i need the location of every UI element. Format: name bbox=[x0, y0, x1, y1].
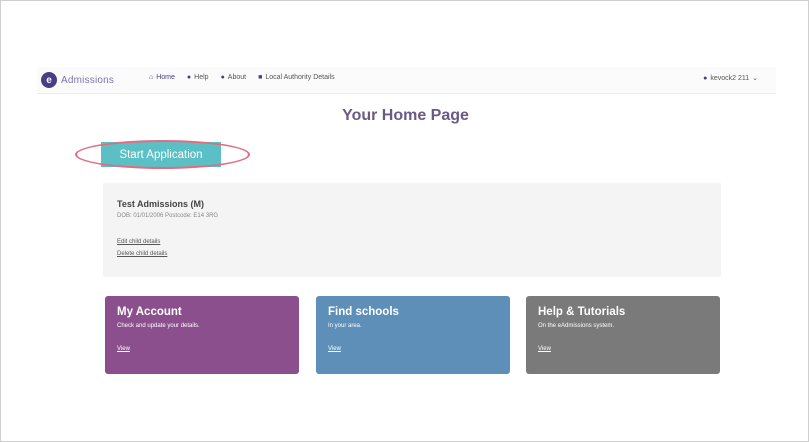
nav-links: ⌂ Home ● Help ● About ■ Local Authority … bbox=[149, 74, 335, 81]
user-name: kevock2 211 bbox=[710, 74, 750, 82]
my-account-tile[interactable]: My Account Check and update your details… bbox=[105, 296, 299, 374]
nav-home[interactable]: ⌂ Home bbox=[149, 74, 175, 81]
find-schools-title: Find schools bbox=[328, 306, 399, 318]
help-tutorials-view-link[interactable]: View bbox=[538, 346, 551, 352]
nav-home-label: Home bbox=[156, 74, 175, 81]
child-card: Test Admissions (M) DOB: 01/01/2006 Post… bbox=[103, 183, 721, 277]
find-schools-subtitle: In your area. bbox=[328, 323, 362, 329]
child-name: Test Admissions (M) bbox=[117, 199, 205, 209]
logo-icon: e bbox=[41, 72, 57, 88]
edit-child-link[interactable]: Edit child details bbox=[117, 239, 160, 245]
my-account-view-link[interactable]: View bbox=[117, 346, 130, 352]
nav-about-label: About bbox=[227, 74, 247, 81]
home-icon: ⌂ bbox=[149, 74, 154, 81]
find-schools-view-link[interactable]: View bbox=[328, 346, 341, 352]
nav-local-authority[interactable]: ■ Local Authority Details bbox=[258, 74, 335, 81]
delete-child-link[interactable]: Delete child details bbox=[117, 251, 167, 257]
help-tutorials-subtitle: On the eAdmissions system. bbox=[538, 323, 615, 329]
help-icon: ● bbox=[186, 74, 192, 81]
nav-help[interactable]: ● Help bbox=[187, 74, 209, 81]
browser-frame: e Admissions ⌂ Home ● Help ● About ■ Loc… bbox=[0, 0, 809, 442]
my-account-subtitle: Check and update your details. bbox=[117, 323, 200, 329]
chevron-down-icon: ⌄ bbox=[752, 75, 758, 82]
page-title: Your Home Page bbox=[342, 107, 469, 124]
logo[interactable]: e Admissions bbox=[41, 71, 114, 89]
help-tutorials-title: Help & Tutorials bbox=[538, 306, 626, 318]
child-details: DOB: 01/01/2006 Postcode: E14 3RG bbox=[117, 213, 219, 219]
navbar: e Admissions ⌂ Home ● Help ● About ■ Loc… bbox=[37, 67, 776, 94]
start-application-button[interactable]: Start Application bbox=[101, 142, 221, 167]
info-icon: ● bbox=[220, 74, 225, 81]
logo-text: Admissions bbox=[61, 74, 115, 86]
building-icon: ■ bbox=[258, 74, 263, 81]
help-tutorials-tile[interactable]: Help & Tutorials On the eAdmissions syst… bbox=[526, 296, 720, 374]
nav-about[interactable]: ● About bbox=[221, 74, 247, 81]
user-menu[interactable]: ● kevock2 211 ⌄ bbox=[703, 74, 758, 83]
find-schools-tile[interactable]: Find schools In your area. View bbox=[316, 296, 510, 374]
nav-help-label: Help bbox=[194, 74, 209, 81]
my-account-title: My Account bbox=[117, 306, 182, 318]
nav-local-authority-label: Local Authority Details bbox=[265, 74, 335, 81]
user-icon: ● bbox=[703, 74, 708, 82]
